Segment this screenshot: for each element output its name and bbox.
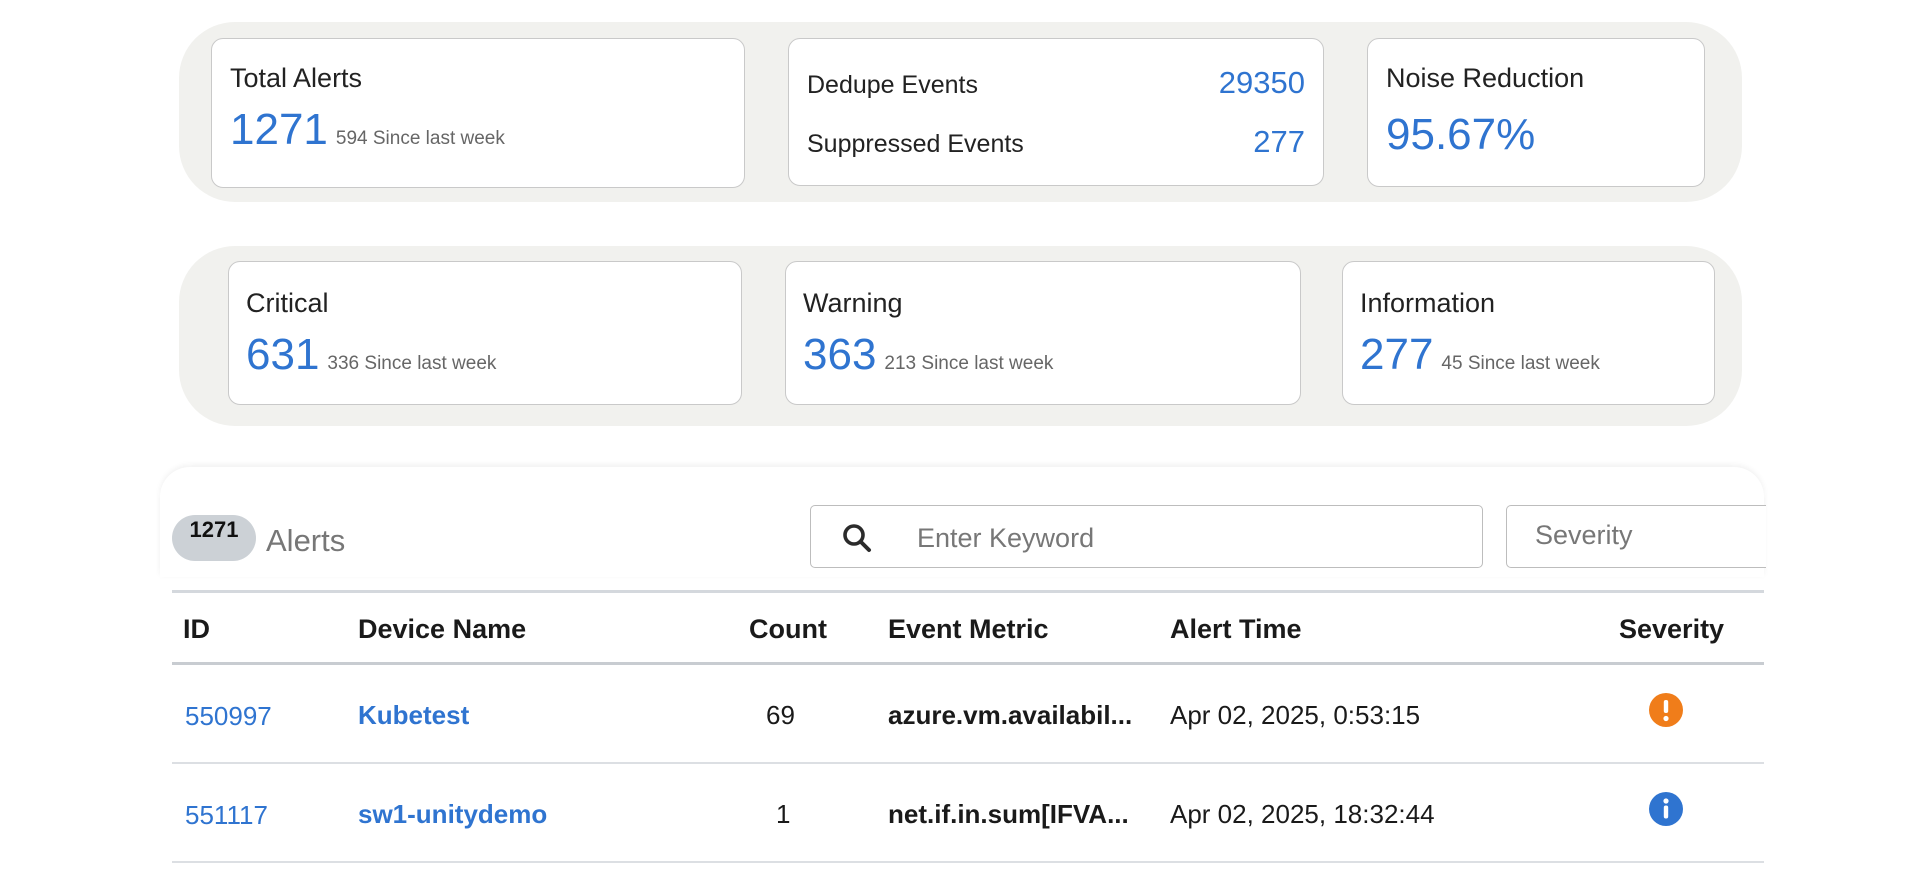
critical-value: 631 (246, 330, 320, 379)
event-metric: net.if.in.sum[IFVA... (888, 799, 1129, 829)
column-header-severity[interactable]: Severity (1619, 614, 1724, 645)
severity-filter-label: Severity (1535, 520, 1633, 550)
information-since: 45 Since last week (1441, 353, 1600, 374)
column-header-event-metric[interactable]: Event Metric (888, 614, 1049, 645)
information-value: 277 (1360, 330, 1434, 379)
dedupe-events-value: 29350 (1218, 65, 1305, 100)
warning-since: 213 Since last week (884, 353, 1054, 374)
severity-filter-select[interactable]: Severity (1506, 505, 1766, 568)
noise-reduction-title: Noise Reduction (1386, 63, 1585, 93)
alert-time: Apr 02, 2025, 18:32:44 (1170, 799, 1435, 829)
total-alerts-since: 594 Since last week (335, 128, 505, 149)
device-name-link[interactable]: sw1-unitydemo (358, 799, 547, 830)
alert-id-link[interactable]: 550997 (185, 701, 272, 732)
noise-reduction-card[interactable]: Noise Reduction 95.67% (1367, 38, 1705, 187)
critical-since: 336 Since last week (327, 353, 497, 374)
column-header-id[interactable]: ID (183, 614, 210, 645)
information-title: Information (1360, 288, 1496, 318)
alerts-heading: Alerts (266, 523, 346, 558)
table-top-rule (172, 590, 1764, 593)
total-alerts-title: Total Alerts (230, 63, 363, 93)
information-severity-icon (1649, 792, 1683, 826)
column-header-alert-time[interactable]: Alert Time (1170, 614, 1302, 645)
total-alerts-card[interactable]: Total Alerts 1271 594 Since last week (211, 38, 745, 188)
dedupe-card[interactable]: Dedupe Events 29350 Suppressed Events 27… (788, 38, 1324, 186)
suppressed-events-label: Suppressed Events (807, 130, 1024, 158)
event-metric: azure.vm.availabil... (888, 700, 1133, 730)
warning-value: 363 (803, 330, 877, 379)
column-header-count[interactable]: Count (749, 614, 827, 645)
critical-title: Critical (246, 288, 329, 318)
table-header-rule (172, 662, 1764, 665)
search-input[interactable] (915, 516, 1459, 560)
row-divider (172, 861, 1764, 863)
suppressed-events-value: 277 (1253, 124, 1305, 159)
warning-card[interactable]: Warning 363 213 Since last week (785, 261, 1301, 405)
search-icon[interactable] (841, 522, 873, 554)
alert-count: 1 (776, 799, 791, 829)
alerts-count-badge: 1271 (172, 515, 256, 561)
information-card[interactable]: Information 277 45 Since last week (1342, 261, 1715, 405)
critical-card[interactable]: Critical 631 336 Since last week (228, 261, 742, 405)
dedupe-events-label: Dedupe Events (807, 71, 978, 99)
critical-severity-icon (1649, 693, 1683, 727)
alert-count: 69 (766, 700, 795, 730)
column-header-device-name[interactable]: Device Name (358, 614, 526, 645)
alert-time: Apr 02, 2025, 0:53:15 (1170, 700, 1421, 730)
total-alerts-value: 1271 (230, 105, 328, 154)
noise-reduction-value: 95.67% (1386, 110, 1536, 159)
alert-id-link[interactable]: 551117 (185, 800, 268, 831)
warning-title: Warning (803, 288, 903, 318)
search-box[interactable] (810, 505, 1483, 568)
device-name-link[interactable]: Kubetest (358, 700, 469, 731)
row-divider (172, 762, 1764, 764)
